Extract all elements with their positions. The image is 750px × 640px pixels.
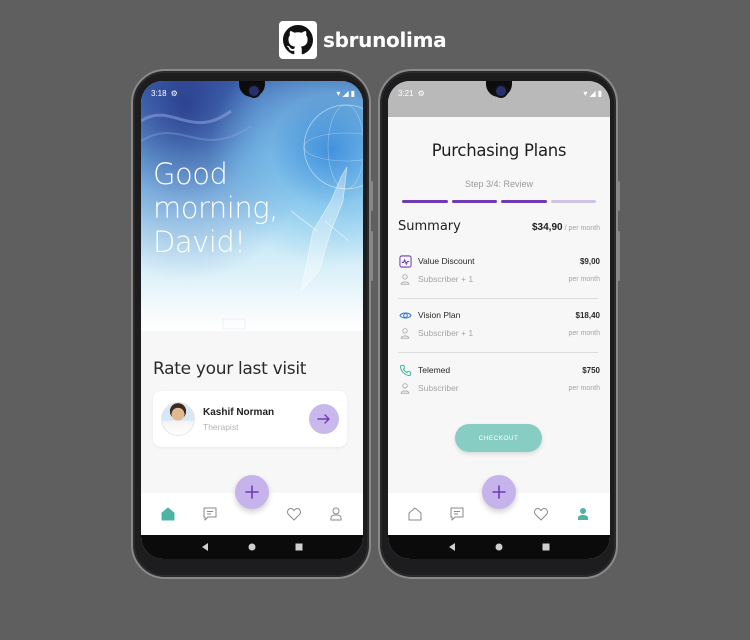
plus-icon: [245, 485, 259, 499]
plan-period: per month: [568, 275, 600, 283]
divider: [398, 298, 598, 299]
summary-price: $34,90: [531, 222, 563, 233]
plan-name: Vision Plan: [418, 310, 461, 320]
nav-messages[interactable]: [199, 503, 221, 525]
volume-button: [617, 181, 620, 211]
username[interactable]: sbrunolima: [323, 28, 447, 52]
step-segment: [402, 200, 448, 203]
settings-icon: ⚙: [170, 88, 178, 98]
plan-price: $9,00: [579, 256, 600, 266]
signal-icon: ◢: [589, 89, 596, 98]
checkout-button[interactable]: CHECKOUT: [455, 424, 542, 452]
nav-favorites[interactable]: [530, 503, 552, 525]
wave-icon: [398, 254, 412, 268]
summary-label: Summary: [398, 219, 461, 234]
summary-period: / per month: [564, 225, 600, 232]
plan-name: Value Discount: [418, 256, 475, 266]
plan-period: per month: [568, 384, 600, 392]
brand-header: sbrunolima: [279, 21, 447, 59]
step-progress: [402, 200, 596, 203]
user-icon: [330, 507, 342, 521]
back-icon[interactable]: [447, 542, 457, 552]
nav-profile[interactable]: [325, 503, 347, 525]
phone-purchasing: 3:21 ⚙ ▾ ◢ ▮ Purchasing Plans Step 3/4: …: [378, 69, 620, 579]
person-icon: [398, 381, 412, 395]
battery-icon: ▮: [597, 89, 602, 98]
wifi-icon: ▾: [336, 88, 341, 98]
avatar: [161, 402, 195, 436]
home-screen: 3:18 ⚙ ▾ ◢ ▮ Good morning, David! Rate y…: [141, 81, 363, 559]
arrow-right-icon: [317, 414, 330, 424]
plan-period: per month: [568, 329, 600, 337]
plan-subscriber: Subscriber + 1: [418, 274, 474, 284]
system-nav-bar: [141, 535, 363, 559]
chat-icon: [203, 507, 217, 521]
back-icon[interactable]: [200, 542, 210, 552]
greeting-line: morning,: [153, 191, 278, 225]
step-segment: [451, 200, 497, 203]
greeting-line: David!: [153, 225, 246, 259]
plan-name: Telemed: [418, 365, 451, 375]
system-nav-bar: [388, 535, 610, 559]
person-icon: [398, 272, 412, 286]
recents-icon[interactable]: [541, 542, 551, 552]
therapist-role: Therapist: [203, 421, 239, 432]
rate-visit-title: Rate your last visit: [153, 359, 307, 379]
home-circle-icon[interactable]: [494, 542, 504, 552]
home-icon: [408, 507, 422, 521]
therapist-name: Kashif Norman: [203, 406, 275, 418]
chat-icon: [450, 507, 464, 521]
add-button[interactable]: [235, 475, 269, 509]
plan-item[interactable]: Vision Plan $18,40 Subscriber + 1 per mo…: [398, 306, 600, 342]
plan-subscriber: Subscriber: [418, 383, 459, 393]
nav-profile[interactable]: [572, 503, 594, 525]
step-segment: [501, 200, 547, 203]
page-title: Purchasing Plans: [431, 141, 567, 160]
plan-item[interactable]: Value Discount $9,00 Subscriber + 1 per …: [398, 252, 600, 288]
status-time: 3:18: [151, 88, 167, 98]
user-icon: [578, 508, 588, 520]
heart-icon: [534, 507, 548, 521]
greeting: Good morning, David!: [153, 157, 278, 259]
plan-subscriber: Subscriber + 1: [418, 328, 474, 338]
home-icon: [161, 507, 175, 521]
phone-home: 3:18 ⚙ ▾ ◢ ▮ Good morning, David! Rate y…: [131, 69, 373, 579]
plan-price: $18,40: [575, 310, 600, 320]
eye-icon: [398, 308, 412, 322]
settings-icon: ⚙: [417, 89, 425, 98]
power-button: [370, 231, 373, 281]
therapist-card[interactable]: Kashif Norman Therapist: [153, 391, 347, 447]
plus-icon: [492, 485, 506, 499]
plan-item[interactable]: Telemed $750 Subscriber per month: [398, 361, 600, 397]
nav-favorites[interactable]: [283, 503, 305, 525]
battery-icon: ▮: [350, 88, 355, 98]
nav-home[interactable]: [157, 503, 179, 525]
power-button: [617, 231, 620, 281]
add-button[interactable]: [482, 475, 516, 509]
heart-icon: [287, 507, 301, 521]
person-icon: [398, 326, 412, 340]
greeting-line: Good: [153, 157, 228, 191]
github-icon: [279, 21, 317, 59]
volume-button: [370, 181, 373, 211]
rate-arrow-button[interactable]: [309, 404, 339, 434]
phone-icon: [398, 363, 412, 377]
step-segment: [550, 200, 596, 203]
summary-row: Summary $34,90/ per month: [398, 219, 600, 234]
nav-home[interactable]: [404, 503, 426, 525]
signal-icon: ◢: [342, 88, 349, 98]
wifi-icon: ▾: [583, 89, 588, 98]
step-indicator: Step 3/4: Review: [464, 179, 534, 189]
plan-price: $750: [582, 365, 600, 375]
nav-messages[interactable]: [446, 503, 468, 525]
purchasing-screen: 3:21 ⚙ ▾ ◢ ▮ Purchasing Plans Step 3/4: …: [388, 81, 610, 559]
divider: [398, 352, 598, 353]
recents-icon[interactable]: [294, 542, 304, 552]
status-time: 3:21: [398, 89, 414, 98]
home-circle-icon[interactable]: [247, 542, 257, 552]
